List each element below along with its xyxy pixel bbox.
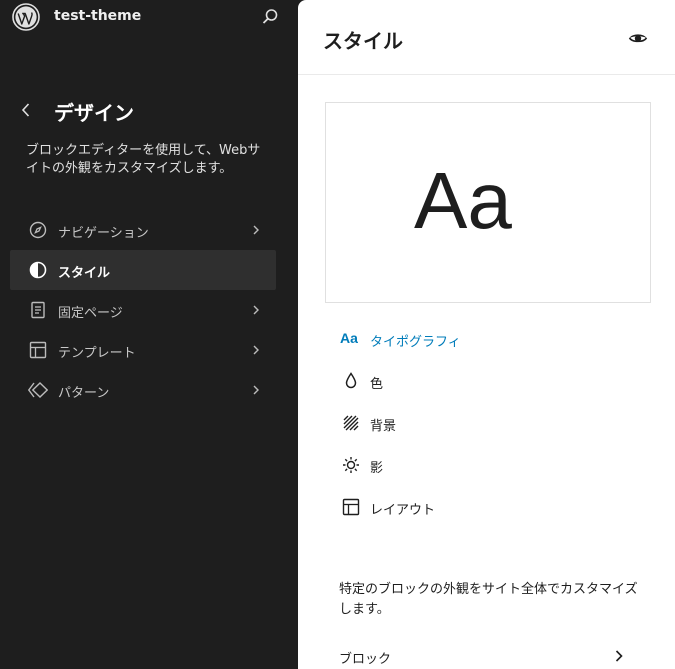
menu-item-typography[interactable]: Aa タイポグラフィ: [336, 318, 656, 360]
menu-item-background[interactable]: 背景: [336, 402, 656, 444]
blocks-label: ブロック: [339, 652, 392, 667]
sidebar: test-theme デザイン ブロックエディターを使用して、Webサイトの外観…: [0, 0, 298, 669]
panel-header: スタイル: [298, 0, 675, 75]
styles-icon: [29, 261, 47, 279]
wordpress-logo-icon[interactable]: [12, 3, 40, 31]
chevron-right-icon: [253, 385, 259, 395]
layout-icon: [342, 498, 360, 516]
color-drop-icon: [345, 372, 357, 389]
navigation-icon: [29, 221, 47, 239]
chevron-left-icon[interactable]: [14, 98, 38, 122]
blocks-button[interactable]: ブロック: [339, 644, 639, 668]
sidebar-item-pages[interactable]: 固定ページ: [10, 290, 276, 330]
sidebar-item-navigation[interactable]: ナビゲーション: [10, 210, 276, 250]
search-icon[interactable]: [259, 6, 281, 28]
topbar: test-theme: [0, 0, 298, 36]
shadow-sun-icon: [343, 457, 359, 473]
chevron-right-icon: [615, 650, 623, 662]
menu-item-shadow[interactable]: 影: [336, 444, 656, 486]
styles-menu: Aa タイポグラフィ 色 背景 影 レイアウト: [336, 318, 656, 528]
site-name[interactable]: test-theme: [54, 8, 141, 24]
sidebar-item-label: 固定ページ: [58, 306, 123, 321]
preview-text: Aa: [414, 156, 512, 245]
sidebar-item-label: ナビゲーション: [58, 226, 149, 241]
sidebar-item-label: パターン: [58, 386, 110, 401]
sidebar-nav: ナビゲーション スタイル 固定ページ テンプレート パターン: [10, 210, 276, 410]
sidebar-item-label: テンプレート: [58, 346, 136, 361]
eye-icon[interactable]: [626, 26, 650, 50]
chevron-right-icon: [253, 305, 259, 315]
sidebar-item-patterns[interactable]: パターン: [10, 370, 276, 410]
symbol-icon: [28, 382, 48, 398]
sidebar-item-styles[interactable]: スタイル: [10, 250, 276, 290]
menu-item-label: タイポグラフィ: [370, 335, 461, 350]
menu-item-label: レイアウト: [370, 503, 436, 518]
menu-item-label: 影: [370, 461, 384, 476]
chevron-right-icon: [253, 345, 259, 355]
panel-title: スタイル: [323, 29, 403, 53]
layout-icon: [29, 341, 47, 359]
menu-item-label: 背景: [370, 419, 397, 434]
chevron-right-icon: [253, 225, 259, 235]
menu-item-color[interactable]: 色: [336, 360, 656, 402]
menu-item-label: 色: [370, 377, 384, 392]
sidebar-description: ブロックエディターを使用して、Webサイトの外観をカスタマイズします。: [26, 143, 261, 176]
sidebar-title: デザイン: [54, 101, 134, 125]
style-preview[interactable]: Aa: [325, 102, 651, 303]
background-icon: [343, 415, 359, 431]
sidebar-item-label: スタイル: [58, 266, 111, 281]
menu-item-layout[interactable]: レイアウト: [336, 486, 656, 528]
page-icon: [31, 301, 45, 319]
styles-panel: スタイル Aa Aa タイポグラフィ 色 背景 影 レイアウト 特定のブロックの…: [298, 0, 675, 669]
sidebar-item-templates[interactable]: テンプレート: [10, 330, 276, 370]
typography-icon: Aa: [340, 330, 358, 346]
blocks-description: 特定のブロックの外観をサイト全体でカスタマイズします。: [339, 582, 638, 617]
